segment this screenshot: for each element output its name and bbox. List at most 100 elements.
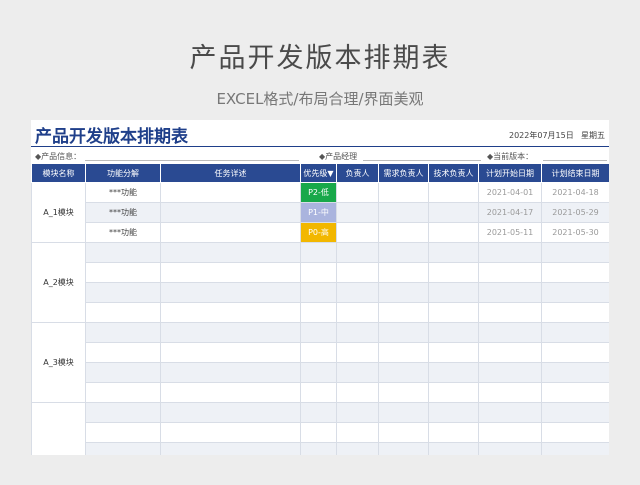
start-date-cell[interactable]: 2021-04-01 (478, 182, 542, 203)
owner-cell[interactable] (336, 402, 379, 423)
start-date-cell[interactable] (478, 262, 542, 283)
product-manager-field[interactable] (363, 160, 481, 161)
owner-cell[interactable] (336, 202, 379, 223)
req-owner-cell[interactable] (378, 362, 429, 383)
feature-cell[interactable] (85, 362, 161, 383)
feature-cell[interactable] (85, 442, 161, 455)
req-owner-cell[interactable] (378, 262, 429, 283)
feature-cell[interactable] (85, 242, 161, 263)
feature-cell[interactable] (85, 342, 161, 363)
priority-cell[interactable] (300, 322, 337, 343)
start-date-cell[interactable] (478, 382, 542, 403)
req-owner-cell[interactable] (378, 302, 429, 323)
task-cell[interactable] (160, 362, 301, 383)
tech-owner-cell[interactable] (428, 182, 479, 203)
task-cell[interactable] (160, 302, 301, 323)
tech-owner-cell[interactable] (428, 262, 479, 283)
feature-cell[interactable]: ***功能 (85, 182, 161, 203)
tech-owner-cell[interactable] (428, 202, 479, 223)
owner-cell[interactable] (336, 382, 379, 403)
owner-cell[interactable] (336, 342, 379, 363)
col-header-feature[interactable]: 功能分解 (85, 163, 161, 183)
priority-cell[interactable] (300, 302, 337, 323)
start-date-cell[interactable] (478, 302, 542, 323)
product-info-field[interactable] (85, 160, 299, 161)
task-cell[interactable] (160, 342, 301, 363)
req-owner-cell[interactable] (378, 182, 429, 203)
col-header-owner[interactable]: 负责人 (336, 163, 379, 183)
feature-cell[interactable] (85, 402, 161, 423)
task-cell[interactable] (160, 282, 301, 303)
feature-cell[interactable] (85, 282, 161, 303)
owner-cell[interactable] (336, 262, 379, 283)
end-date-cell[interactable] (541, 362, 609, 383)
priority-cell[interactable] (300, 262, 337, 283)
feature-cell[interactable]: ***功能 (85, 202, 161, 223)
start-date-cell[interactable] (478, 242, 542, 263)
feature-cell[interactable] (85, 302, 161, 323)
end-date-cell[interactable] (541, 322, 609, 343)
start-date-cell[interactable] (478, 342, 542, 363)
req-owner-cell[interactable] (378, 322, 429, 343)
tech-owner-cell[interactable] (428, 302, 479, 323)
req-owner-cell[interactable] (378, 442, 429, 455)
owner-cell[interactable] (336, 362, 379, 383)
start-date-cell[interactable] (478, 282, 542, 303)
start-date-cell[interactable]: 2021-04-17 (478, 202, 542, 223)
start-date-cell[interactable] (478, 442, 542, 455)
priority-cell[interactable] (300, 382, 337, 403)
col-header-task[interactable]: 任务详述 (160, 163, 301, 183)
col-header-start-date[interactable]: 计划开始日期 (478, 163, 542, 183)
priority-cell[interactable] (300, 442, 337, 455)
task-cell[interactable] (160, 322, 301, 343)
tech-owner-cell[interactable] (428, 242, 479, 263)
task-cell[interactable] (160, 222, 301, 243)
task-cell[interactable] (160, 402, 301, 423)
req-owner-cell[interactable] (378, 342, 429, 363)
owner-cell[interactable] (336, 242, 379, 263)
task-cell[interactable] (160, 182, 301, 203)
start-date-cell[interactable]: 2021-05-11 (478, 222, 542, 243)
priority-cell[interactable] (300, 282, 337, 303)
col-header-priority-filter[interactable]: 优先级▼ (300, 163, 337, 183)
owner-cell[interactable] (336, 282, 379, 303)
tech-owner-cell[interactable] (428, 442, 479, 455)
module-cell[interactable]: A_2模块 (31, 242, 86, 323)
task-cell[interactable] (160, 242, 301, 263)
tech-owner-cell[interactable] (428, 222, 479, 243)
end-date-cell[interactable] (541, 262, 609, 283)
end-date-cell[interactable] (541, 302, 609, 323)
task-cell[interactable] (160, 442, 301, 455)
tech-owner-cell[interactable] (428, 282, 479, 303)
tech-owner-cell[interactable] (428, 382, 479, 403)
col-header-end-date[interactable]: 计划结束日期 (541, 163, 609, 183)
end-date-cell[interactable] (541, 402, 609, 423)
owner-cell[interactable] (336, 322, 379, 343)
owner-cell[interactable] (336, 302, 379, 323)
priority-cell[interactable]: P2-低 (300, 182, 337, 203)
owner-cell[interactable] (336, 182, 379, 203)
col-header-req-owner[interactable]: 需求负责人 (378, 163, 429, 183)
module-cell[interactable]: A_1模块 (31, 182, 86, 243)
tech-owner-cell[interactable] (428, 402, 479, 423)
tech-owner-cell[interactable] (428, 362, 479, 383)
priority-cell[interactable] (300, 422, 337, 443)
owner-cell[interactable] (336, 442, 379, 455)
req-owner-cell[interactable] (378, 382, 429, 403)
req-owner-cell[interactable] (378, 422, 429, 443)
end-date-cell[interactable]: 2021-05-30 (541, 222, 609, 243)
module-cell[interactable]: A_3模块 (31, 322, 86, 403)
owner-cell[interactable] (336, 222, 379, 243)
module-cell[interactable] (31, 402, 86, 455)
task-cell[interactable] (160, 382, 301, 403)
req-owner-cell[interactable] (378, 402, 429, 423)
end-date-cell[interactable] (541, 442, 609, 455)
req-owner-cell[interactable] (378, 222, 429, 243)
tech-owner-cell[interactable] (428, 322, 479, 343)
start-date-cell[interactable] (478, 322, 542, 343)
task-cell[interactable] (160, 262, 301, 283)
feature-cell[interactable]: ***功能 (85, 222, 161, 243)
priority-cell[interactable]: P0-高 (300, 222, 337, 243)
priority-cell[interactable]: P1-中 (300, 202, 337, 223)
end-date-cell[interactable] (541, 282, 609, 303)
